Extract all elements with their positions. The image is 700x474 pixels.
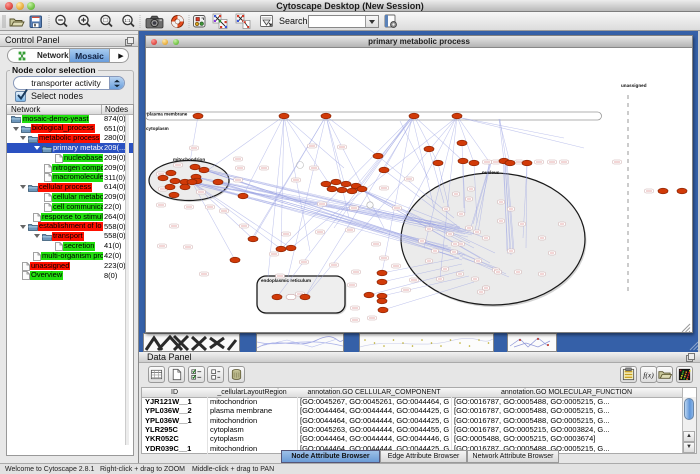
svg-text:f(x): f(x) bbox=[643, 370, 654, 379]
svg-text:plasma membrane: plasma membrane bbox=[147, 112, 188, 117]
svg-text:cytoplasm: cytoplasm bbox=[146, 126, 169, 131]
svg-text:1:1: 1:1 bbox=[124, 18, 131, 23]
svg-text:unassigned: unassigned bbox=[621, 83, 647, 88]
svg-text:mitochondrion: mitochondrion bbox=[173, 157, 205, 162]
svg-text:nucleus: nucleus bbox=[482, 170, 500, 175]
svg-text:endoplasmic reticulum: endoplasmic reticulum bbox=[261, 278, 311, 283]
